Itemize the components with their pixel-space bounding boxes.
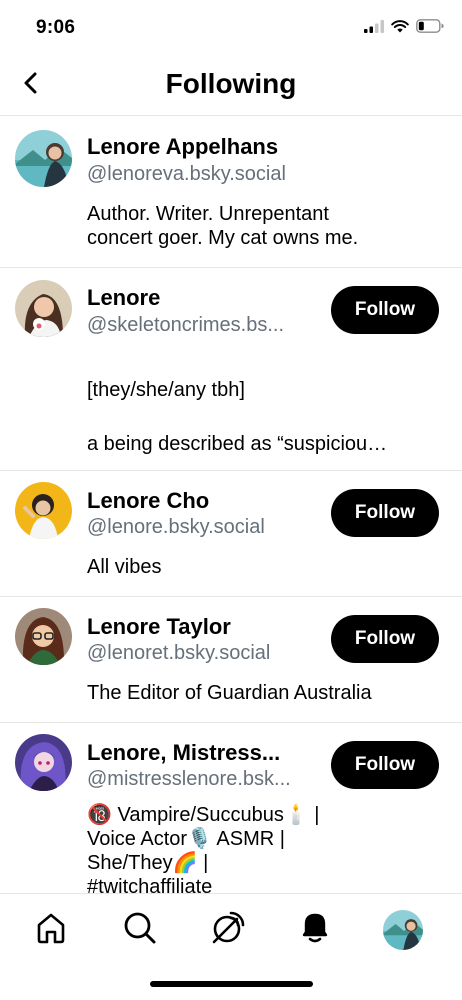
bio-line: 🔞 Vampire/Succubus🕯️ | xyxy=(87,804,320,826)
header: Following xyxy=(0,56,462,116)
status-icons xyxy=(364,19,444,38)
wifi-icon xyxy=(391,19,409,38)
avatar[interactable] xyxy=(15,734,72,791)
status-time: 9:06 xyxy=(36,17,76,38)
user-bio: [they/she/any tbh] a being described as … xyxy=(87,378,440,456)
search-icon xyxy=(122,910,158,951)
user-bio: All vibes xyxy=(87,555,440,579)
bio-line: Author. Writer. Unrepentant xyxy=(87,203,329,225)
tab-search[interactable] xyxy=(122,912,158,948)
bio-line: [they/she/any tbh] xyxy=(87,379,245,401)
bio-line: concert goer. My cat owns me. xyxy=(87,227,359,249)
tab-feeds[interactable] xyxy=(210,910,246,951)
bio-line: The Editor of Guardian Australia xyxy=(87,682,372,704)
user-handle: @lenore.bsky.social xyxy=(87,516,265,538)
home-indicator[interactable] xyxy=(150,981,313,987)
feeds-icon xyxy=(210,910,246,951)
list-item[interactable]: Lenore Appelhans @lenoreva.bsky.social A… xyxy=(0,117,462,268)
user-handle: @lenoreva.bsky.social xyxy=(87,163,286,185)
tab-notifications[interactable] xyxy=(297,912,333,948)
bell-icon xyxy=(298,910,332,951)
user-handle: @mistresslenore.bsk... xyxy=(87,768,291,790)
tab-home[interactable] xyxy=(33,912,69,948)
profile-avatar-icon xyxy=(383,910,423,950)
cellular-signal-icon xyxy=(364,19,384,38)
bio-line: All vibes xyxy=(87,556,162,578)
avatar[interactable] xyxy=(15,130,72,187)
user-bio: Author. Writer. Unrepentant concert goer… xyxy=(87,202,440,250)
list-item[interactable]: Lenore @skeletoncrimes.bs... Follow [the… xyxy=(0,268,462,471)
avatar[interactable] xyxy=(15,482,72,539)
bio-line: Voice Actor🎙️ ASMR | xyxy=(87,828,285,850)
follow-button[interactable]: Follow xyxy=(331,286,439,334)
user-bio: The Editor of Guardian Australia xyxy=(87,681,440,705)
list-item[interactable]: Lenore, Mistress... @mistresslenore.bsk.… xyxy=(0,723,462,893)
following-list[interactable]: Lenore Appelhans @lenoreva.bsky.social A… xyxy=(0,117,462,893)
user-handle: @lenoret.bsky.social xyxy=(87,642,271,664)
tab-profile[interactable] xyxy=(383,910,423,950)
page-title: Following xyxy=(165,68,297,99)
follow-button[interactable]: Follow xyxy=(331,615,439,663)
follow-button[interactable]: Follow xyxy=(331,489,439,537)
list-item[interactable]: Lenore Cho @lenore.bsky.social Follow Al… xyxy=(0,471,462,597)
user-name: Lenore Cho xyxy=(87,488,210,513)
bio-line: She/They🌈 | xyxy=(87,852,209,874)
user-name: Lenore, Mistress... xyxy=(87,740,281,765)
status-bar: 9:06 xyxy=(0,0,462,56)
battery-icon xyxy=(416,19,444,38)
avatar[interactable] xyxy=(15,280,72,337)
follow-button[interactable]: Follow xyxy=(331,741,439,789)
user-name: Lenore xyxy=(87,285,161,310)
user-bio: 🔞 Vampire/Succubus🕯️ | Voice Actor🎙️ ASM… xyxy=(87,803,402,893)
list-item[interactable]: Lenore Taylor @lenoret.bsky.social Follo… xyxy=(0,597,462,723)
user-name: Lenore Appelhans xyxy=(87,134,279,159)
bio-line: #twitchaffiliate xyxy=(87,876,213,893)
home-icon xyxy=(34,911,68,950)
bio-line: a being described as “suspiciou… xyxy=(87,433,388,455)
user-handle: @skeletoncrimes.bs... xyxy=(87,314,285,336)
user-name: Lenore Taylor xyxy=(87,614,231,639)
avatar[interactable] xyxy=(15,608,72,665)
